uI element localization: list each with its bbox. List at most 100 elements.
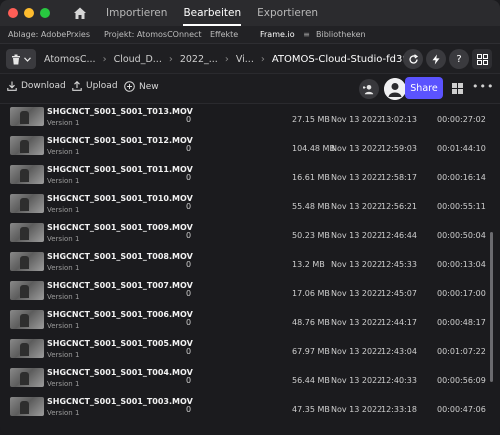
file-size: 67.97 MB — [292, 347, 330, 356]
panel-menu-icon[interactable]: ≡ — [303, 26, 310, 44]
scrollbar[interactable] — [490, 232, 493, 382]
tab-effekte[interactable]: Effekte — [210, 26, 238, 44]
share-button[interactable]: Share — [405, 77, 443, 99]
nav-exportieren[interactable]: Exportieren — [257, 0, 318, 26]
file-version: Version 1 — [47, 119, 80, 127]
file-name[interactable]: SHGCNCT_S001_S001_T012.MOV — [47, 136, 193, 145]
list-item[interactable]: SHGCNCT_S001_S001_T003.MOV Version 1 0 47.3… — [0, 394, 500, 423]
video-thumbnail[interactable] — [10, 397, 44, 416]
file-size: 50.23 MB — [292, 231, 330, 240]
file-name[interactable]: SHGCNCT_S001_S001_T007.MOV — [47, 281, 193, 290]
breadcrumb-item[interactable]: 2022_... — [180, 54, 218, 65]
video-thumbnail[interactable] — [10, 194, 44, 213]
nav-bearbeiten[interactable]: Bearbeiten — [183, 0, 242, 26]
quick-actions-button[interactable] — [426, 49, 446, 69]
upload-time: 13:02:13 — [381, 115, 417, 124]
breadcrumb-item[interactable]: Cloud_D... — [114, 54, 162, 65]
file-version: Version 1 — [47, 293, 80, 301]
file-name[interactable]: SHGCNCT_S001_S001_T005.MOV — [47, 339, 193, 348]
comment-count: 0 — [186, 202, 192, 211]
trash-dropdown-button[interactable] — [6, 49, 36, 69]
tab-bibliotheken[interactable]: Bibliotheken — [316, 26, 366, 44]
file-name[interactable]: SHGCNCT_S001_S001_T008.MOV — [47, 252, 193, 261]
new-button[interactable]: New — [124, 81, 159, 92]
nav-importieren[interactable]: Importieren — [106, 0, 167, 26]
file-size: 47.35 MB — [292, 405, 330, 414]
duration: 00:00:56:09 — [437, 376, 486, 385]
upload-date: Nov 13 2022 — [331, 173, 383, 182]
zoom-window-button[interactable] — [40, 8, 50, 18]
file-version: Version 1 — [47, 322, 80, 330]
file-size: 13.2 MB — [292, 260, 325, 269]
breadcrumb-bar: AtomosC... › Cloud_D... › 2022_... › Vi.… — [0, 44, 500, 74]
refresh-button[interactable] — [403, 49, 423, 69]
tab-ablage[interactable]: Ablage: AdobePrxies — [8, 26, 90, 44]
breadcrumb-separator: › — [224, 53, 229, 65]
breadcrumb-item[interactable]: Vi... — [236, 54, 254, 65]
duration: 00:00:13:04 — [437, 260, 486, 269]
list-item[interactable]: SHGCNCT_S001_S001_T010.MOV Version 1 0 55.4… — [0, 191, 500, 220]
video-thumbnail[interactable] — [10, 165, 44, 184]
duration: 00:00:16:14 — [437, 173, 486, 182]
file-name[interactable]: SHGCNCT_S001_S001_T011.MOV — [47, 165, 193, 174]
title-bar: Importieren Bearbeiten Exportieren — [0, 0, 500, 26]
new-label: New — [139, 81, 159, 92]
list-item[interactable]: SHGCNCT_S001_S001_T004.MOV Version 1 0 56.4… — [0, 365, 500, 394]
workspace-nav: Importieren Bearbeiten Exportieren — [106, 0, 318, 26]
layout-button[interactable] — [472, 49, 492, 69]
comment-count: 0 — [186, 405, 192, 414]
minimize-window-button[interactable] — [24, 8, 34, 18]
video-thumbnail[interactable] — [10, 368, 44, 387]
video-thumbnail[interactable] — [10, 107, 44, 126]
comment-count: 0 — [186, 318, 192, 327]
list-item[interactable]: SHGCNCT_S001_S001_T013.MOV Version 1 0 27.1… — [0, 104, 500, 133]
list-item[interactable]: SHGCNCT_S001_S001_T012.MOV Version 1 0 104.… — [0, 133, 500, 162]
duration: 00:00:50:04 — [437, 231, 486, 240]
video-thumbnail[interactable] — [10, 310, 44, 329]
upload-time: 12:46:44 — [381, 231, 417, 240]
file-list: SHGCNCT_S001_S001_T013.MOV Version 1 0 27.1… — [0, 104, 500, 435]
close-window-button[interactable] — [8, 8, 18, 18]
file-name[interactable]: SHGCNCT_S001_S001_T004.MOV — [47, 368, 193, 377]
file-version: Version 1 — [47, 409, 80, 417]
file-name[interactable]: SHGCNCT_S001_S001_T006.MOV — [47, 310, 193, 319]
file-name[interactable]: SHGCNCT_S001_S001_T003.MOV — [47, 397, 193, 406]
duration: 00:01:07:22 — [437, 347, 486, 356]
upload-time: 12:44:17 — [381, 318, 417, 327]
upload-button[interactable]: Upload — [72, 81, 118, 91]
avatar[interactable] — [384, 78, 406, 100]
list-item[interactable]: SHGCNCT_S001_S001_T005.MOV Version 1 0 67.9… — [0, 336, 500, 365]
breadcrumb-current: ATOMOS-Cloud-Studio-fd396ebd-9959-4aa... — [271, 53, 404, 65]
file-name[interactable]: SHGCNCT_S001_S001_T010.MOV — [47, 194, 193, 203]
video-thumbnail[interactable] — [10, 136, 44, 155]
tab-projekt[interactable]: Projekt: AtomosCOnnect — [104, 26, 202, 44]
list-item[interactable]: SHGCNCT_S001_S001_T009.MOV Version 1 0 50.2… — [0, 220, 500, 249]
video-thumbnail[interactable] — [10, 339, 44, 358]
video-thumbnail[interactable] — [10, 252, 44, 271]
list-item[interactable]: SHGCNCT_S001_S001_T008.MOV Version 1 0 13.2… — [0, 249, 500, 278]
video-thumbnail[interactable] — [10, 223, 44, 242]
upload-time: 12:56:21 — [381, 202, 417, 211]
refresh-icon — [408, 53, 418, 64]
breadcrumb: AtomosC... › Cloud_D... › 2022_... › Vi.… — [44, 44, 404, 74]
upload-time: 12:45:07 — [381, 289, 417, 298]
download-icon — [7, 81, 17, 91]
file-size: 17.06 MB — [292, 289, 330, 298]
grid-layout-icon — [476, 53, 488, 65]
invite-user-button[interactable] — [359, 79, 379, 99]
file-name[interactable]: SHGCNCT_S001_S001_T013.MOV — [47, 107, 193, 116]
more-options-icon[interactable]: ••• — [472, 80, 494, 93]
download-button[interactable]: Download — [7, 81, 66, 91]
file-name[interactable]: SHGCNCT_S001_S001_T009.MOV — [47, 223, 193, 232]
breadcrumb-item[interactable]: AtomosC... — [44, 54, 96, 65]
video-thumbnail[interactable] — [10, 281, 44, 300]
tab-frameio[interactable]: Frame.io ≡ — [260, 26, 310, 44]
list-item[interactable]: SHGCNCT_S001_S001_T007.MOV Version 1 0 17.0… — [0, 278, 500, 307]
list-item[interactable]: SHGCNCT_S001_S001_T011.MOV Version 1 0 16.6… — [0, 162, 500, 191]
list-item[interactable]: SHGCNCT_S001_S001_T006.MOV Version 1 0 48.7… — [0, 307, 500, 336]
help-button[interactable]: ? — [449, 49, 469, 69]
upload-time: 12:43:04 — [381, 347, 417, 356]
download-label: Download — [21, 81, 66, 91]
home-icon[interactable] — [72, 5, 88, 21]
grid-view-icon[interactable] — [452, 83, 463, 94]
